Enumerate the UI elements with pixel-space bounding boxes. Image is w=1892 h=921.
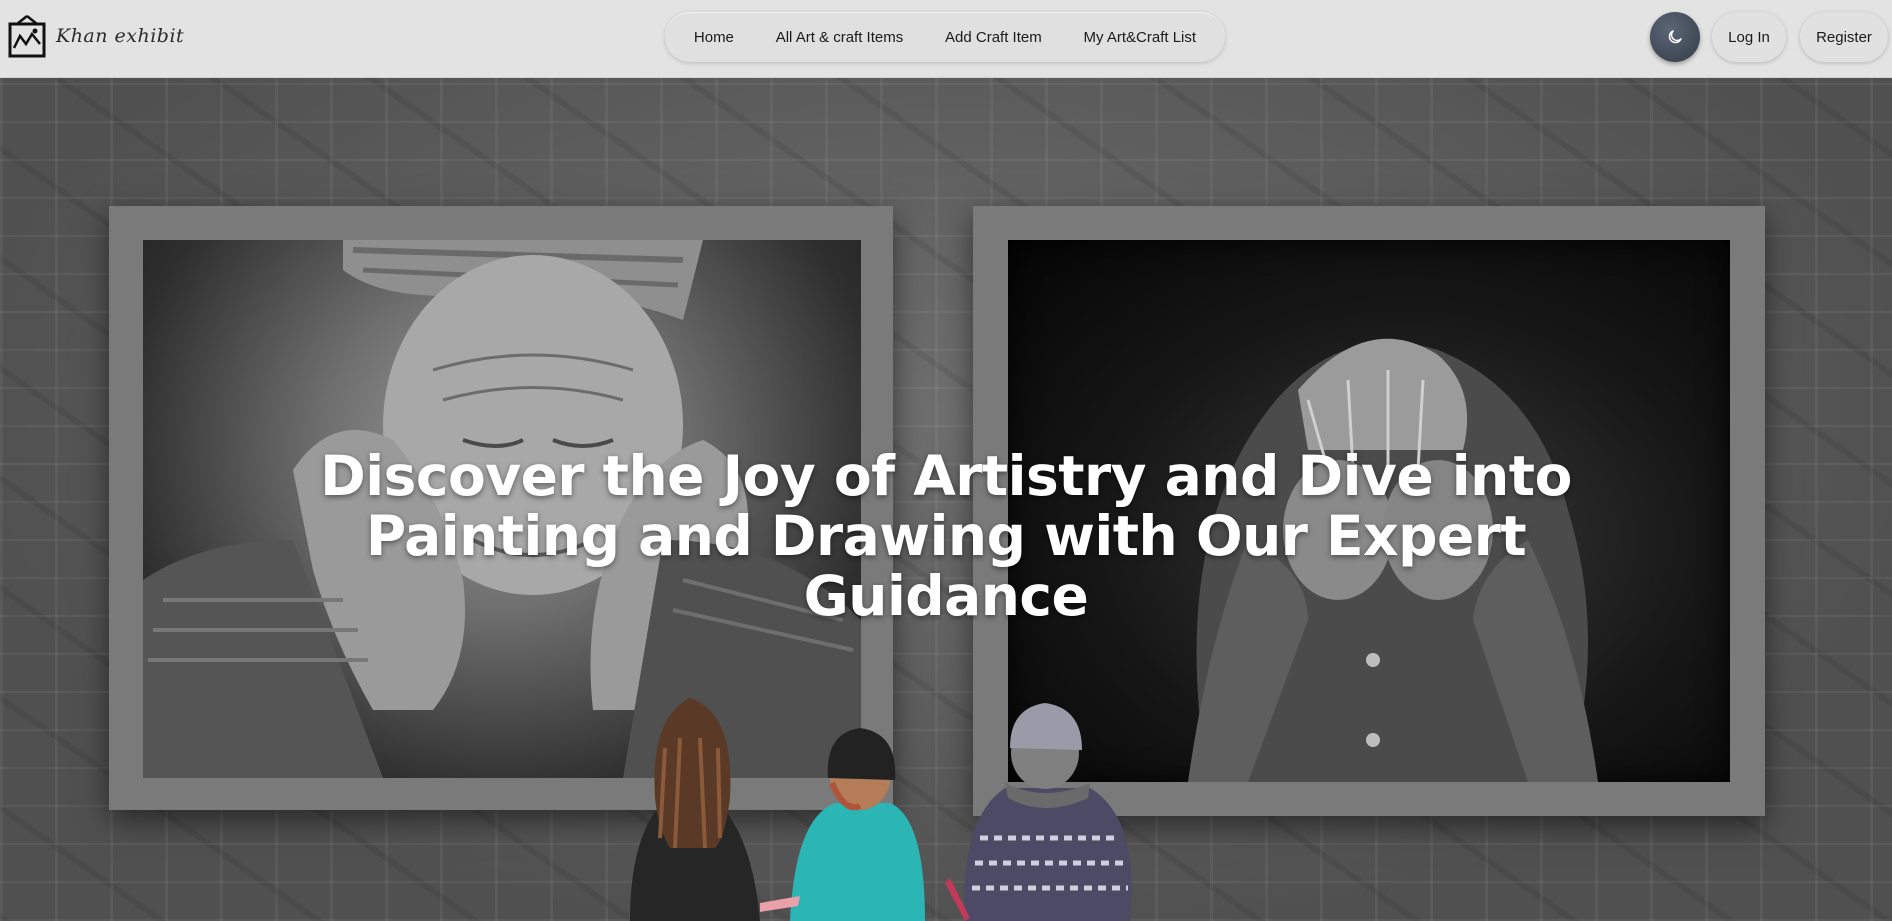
navbar: Khan exhibit Home All Art & craft Items …: [0, 0, 1892, 78]
nav-all-items-link[interactable]: All Art & craft Items: [764, 21, 916, 54]
brand-name: Khan exhibit: [56, 25, 185, 47]
nav-my-list-link[interactable]: My Art&Craft List: [1072, 21, 1209, 54]
moon-icon: [1668, 30, 1682, 44]
brand-logo[interactable]: Khan exhibit: [8, 14, 184, 58]
theme-toggle-button[interactable]: [1650, 12, 1700, 62]
login-button[interactable]: Log In: [1712, 12, 1786, 62]
nav-home-link[interactable]: Home: [682, 21, 746, 54]
main-nav: Home All Art & craft Items Add Craft Ite…: [665, 12, 1225, 62]
hero-title: Discover the Joy of Artistry and Dive in…: [320, 444, 1572, 628]
framed-picture-icon: [8, 15, 46, 58]
nav-add-craft-link[interactable]: Add Craft Item: [933, 21, 1054, 54]
register-button[interactable]: Register: [1800, 12, 1888, 62]
visitors-illustration: [620, 688, 1260, 921]
hero-banner: Discover the Joy of Artistry and Dive in…: [0, 78, 1892, 921]
